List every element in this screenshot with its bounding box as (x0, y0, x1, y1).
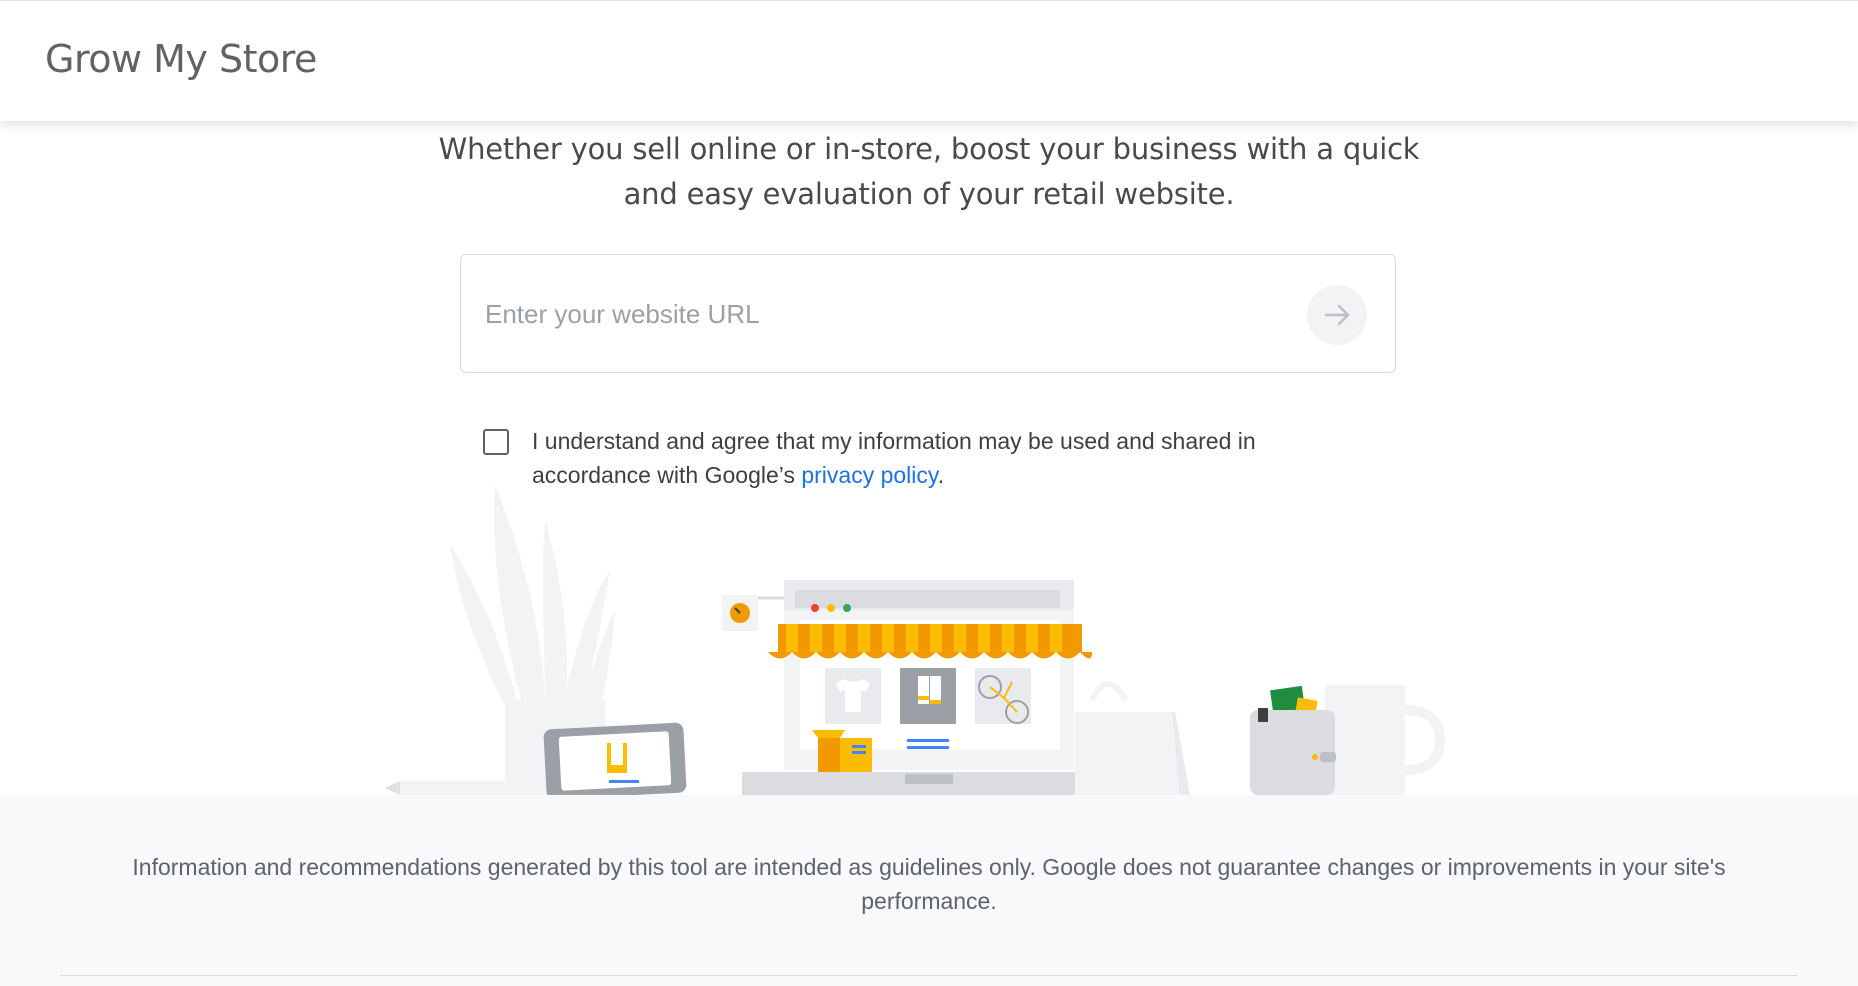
consent-checkbox[interactable] (483, 429, 509, 455)
shirt-icon (825, 668, 881, 724)
submit-url-button[interactable] (1307, 285, 1367, 345)
bicycle-icon (975, 668, 1031, 724)
shopping-bag-icon (1075, 681, 1190, 795)
footer: Information and recommendations generate… (0, 795, 1858, 986)
hero-tagline-line-1: Whether you sell online or in-store, boo… (438, 132, 1420, 166)
clock-icon (722, 595, 785, 631)
disclaimer-text: Information and recommendations generate… (132, 854, 1726, 914)
hero-tagline: Whether you sell online or in-store, boo… (429, 127, 1429, 217)
mug-icon (1325, 685, 1446, 795)
storefront-laptop-icon (742, 580, 1116, 795)
top-bar: Grow My Store (0, 0, 1858, 121)
wallet-icon (1250, 685, 1336, 795)
storefront-illustration (385, 485, 1446, 795)
app-title[interactable]: Grow My Store (45, 37, 317, 81)
arrow-right-icon (1324, 304, 1350, 326)
socks-icon (900, 668, 956, 724)
footer-divider (60, 975, 1798, 976)
url-search-box (460, 254, 1396, 373)
website-url-input[interactable] (483, 285, 1267, 343)
hero-tagline-line-2: and easy evaluation of your retail websi… (623, 177, 1235, 211)
pencil-icon (385, 781, 530, 795)
tablet-icon (543, 722, 687, 795)
